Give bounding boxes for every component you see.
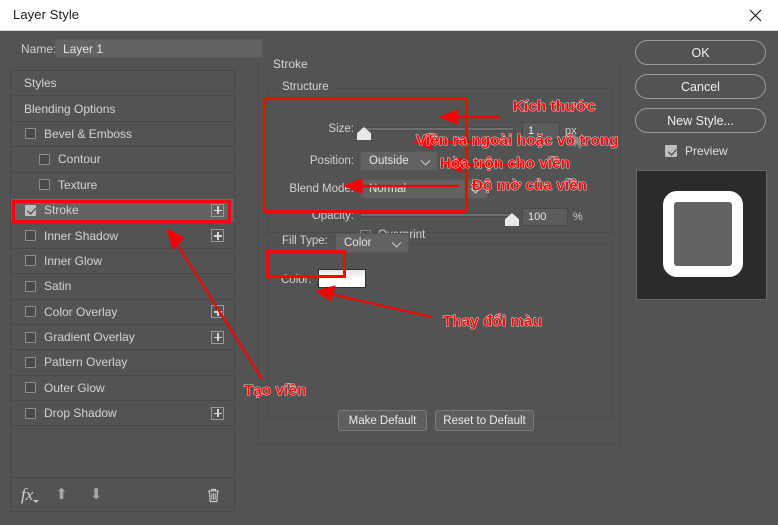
style-row-drop-shadow[interactable]: Drop Shadow	[11, 401, 234, 426]
duplicate-effect-plus-icon[interactable]	[211, 229, 224, 242]
style-row-label: Drop Shadow	[44, 406, 211, 420]
style-row-label: Bevel & Emboss	[44, 127, 234, 141]
style-row-label: Texture	[58, 178, 234, 192]
annotation-opacity: Độ mờ của viền	[472, 177, 587, 194]
size-slider-track[interactable]	[360, 127, 514, 131]
style-row-contour[interactable]: Contour	[11, 147, 234, 172]
position-dropdown[interactable]: Outside	[360, 151, 438, 171]
style-checkbox[interactable]	[25, 357, 36, 368]
style-checkbox[interactable]	[39, 179, 50, 190]
color-swatch[interactable]	[318, 269, 366, 288]
annotation-position: Viền ra ngoài hoặc vô trong	[416, 132, 619, 149]
opacity-slider-track[interactable]	[360, 213, 514, 217]
blend-mode-label: Blend Mode:	[268, 183, 354, 195]
style-row-outer-glow[interactable]: Outer Glow	[11, 376, 234, 401]
style-row-satin[interactable]: Satin	[11, 274, 234, 299]
style-row-label: Styles	[24, 76, 234, 90]
blend-mode-dropdown[interactable]: Normal	[360, 179, 488, 199]
style-row-label: Color Overlay	[44, 305, 211, 319]
style-row-color-overlay[interactable]: Color Overlay	[11, 300, 234, 325]
fill-type-group: Fill Type: Color Color:	[267, 243, 613, 418]
style-checkbox[interactable]	[25, 230, 36, 241]
style-checkbox[interactable]	[25, 332, 36, 343]
style-checkbox[interactable]	[25, 255, 36, 266]
opacity-input[interactable]	[522, 208, 568, 226]
reset-to-default-button[interactable]: Reset to Default	[435, 410, 534, 431]
style-row-label: Satin	[44, 279, 234, 293]
duplicate-effect-plus-icon[interactable]	[211, 407, 224, 420]
style-row-pattern-overlay[interactable]: Pattern Overlay	[11, 350, 234, 375]
annotation-color: Thay đổi màu	[443, 313, 542, 330]
stroke-section: Stroke Structure Size: px Position: Outs…	[258, 65, 621, 445]
fill-type-value: Color	[344, 237, 371, 249]
style-row-inner-glow[interactable]: Inner Glow	[11, 249, 234, 274]
make-default-button[interactable]: Make Default	[338, 410, 427, 431]
style-row-inner-shadow[interactable]: Inner Shadow	[11, 223, 234, 248]
position-label: Position:	[278, 155, 354, 167]
style-row-styles[interactable]: Styles	[11, 71, 234, 96]
chevron-down-icon	[421, 156, 431, 166]
style-checkbox[interactable]	[25, 382, 36, 393]
opacity-unit: %	[573, 211, 583, 223]
annotation-size: Kích thước	[513, 98, 596, 115]
style-row-label: Outer Glow	[44, 381, 234, 395]
layer-name-input[interactable]	[55, 39, 263, 58]
window-title: Layer Style	[13, 7, 79, 22]
name-label: Name:	[21, 42, 56, 56]
preview-thumbnail	[636, 170, 767, 300]
size-label: Size:	[288, 123, 354, 135]
fill-type-dropdown[interactable]: Color	[335, 233, 409, 253]
preview-stroke-shape	[663, 191, 743, 277]
preview-checkbox-row[interactable]: Preview	[665, 144, 728, 158]
cancel-button[interactable]: Cancel	[635, 74, 766, 99]
stroke-section-title: Stroke	[268, 57, 313, 71]
duplicate-effect-plus-icon[interactable]	[211, 204, 224, 217]
chevron-down-icon	[392, 238, 402, 248]
fill-type-title-row: Fill Type:	[277, 235, 333, 247]
blend-mode-value: Normal	[369, 183, 406, 195]
trash-icon[interactable]	[206, 487, 221, 508]
style-row-label: Pattern Overlay	[44, 355, 234, 369]
styles-footer: fx ⬆ ⬇	[11, 477, 234, 511]
layer-style-dialog: Layer Style Name: Styles Blending Options…	[0, 0, 778, 525]
style-checkbox[interactable]	[25, 281, 36, 292]
duplicate-effect-plus-icon[interactable]	[211, 305, 224, 318]
preview-label: Preview	[685, 144, 728, 158]
style-checkbox[interactable]	[25, 408, 36, 419]
fx-icon[interactable]: fx	[21, 485, 33, 505]
style-row-stroke[interactable]: Stroke	[11, 198, 234, 223]
style-row-label: Contour	[58, 152, 234, 166]
close-icon[interactable]	[732, 0, 778, 31]
styles-list[interactable]: Styles Blending Options Bevel & Emboss Cont…	[11, 71, 234, 476]
color-label: Color:	[281, 274, 312, 286]
structure-title: Structure	[277, 81, 334, 93]
style-row-label: Gradient Overlay	[44, 330, 211, 344]
titlebar: Layer Style	[0, 0, 778, 31]
new-style-button[interactable]: New Style...	[635, 108, 766, 133]
style-row-gradient-overlay[interactable]: Gradient Overlay	[11, 325, 234, 350]
arrow-up-icon[interactable]: ⬆	[55, 487, 68, 502]
style-checkbox[interactable]	[25, 306, 36, 317]
style-row-label: Inner Shadow	[44, 229, 211, 243]
preview-checkbox[interactable]	[665, 145, 677, 157]
style-checkbox[interactable]	[39, 154, 50, 165]
duplicate-effect-plus-icon[interactable]	[211, 331, 224, 344]
style-row-texture[interactable]: Texture	[11, 173, 234, 198]
style-row-label: Blending Options	[24, 102, 234, 116]
style-checkbox[interactable]	[25, 128, 36, 139]
fill-type-label: Fill Type:	[282, 235, 328, 247]
style-row-blending-options[interactable]: Blending Options	[11, 96, 234, 121]
style-row-bevel-emboss[interactable]: Bevel & Emboss	[11, 122, 234, 147]
style-row-label: Inner Glow	[44, 254, 234, 268]
arrow-down-icon[interactable]: ⬇	[90, 487, 103, 502]
styles-panel: Styles Blending Options Bevel & Emboss Cont…	[10, 70, 235, 512]
annotation-stroke: Tạo viền	[244, 382, 306, 399]
position-value: Outside	[369, 155, 409, 167]
ok-button[interactable]: OK	[635, 40, 766, 65]
opacity-label: Opacity:	[282, 210, 354, 222]
style-row-label: Stroke	[44, 203, 211, 217]
style-checkbox[interactable]	[25, 205, 36, 216]
annotation-blend-mode: Hòa trộn cho viền	[440, 155, 570, 172]
